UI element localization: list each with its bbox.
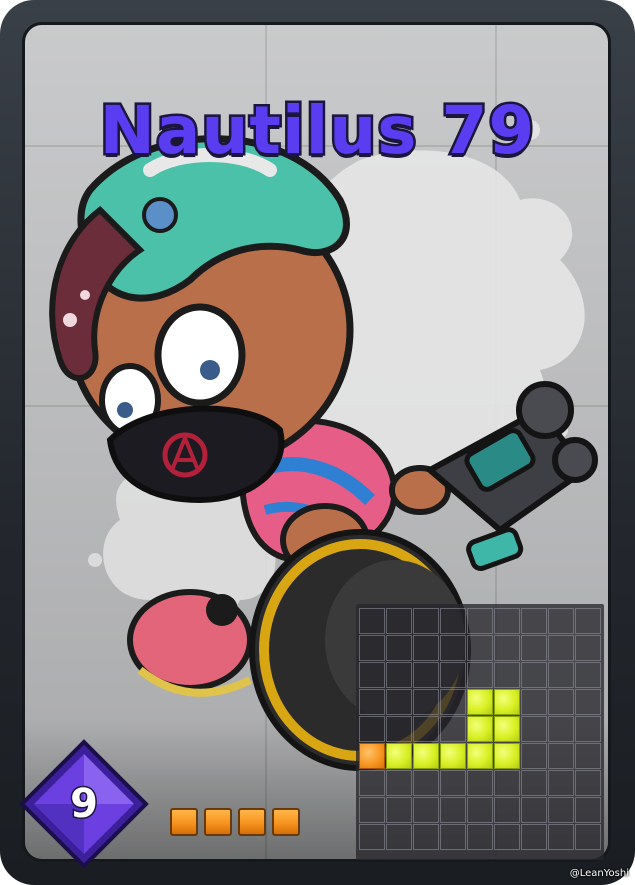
grid-cell (548, 797, 574, 823)
grid-cell (521, 824, 547, 850)
grid-cell (467, 797, 493, 823)
grid-cell (548, 716, 574, 742)
grid-cell (521, 797, 547, 823)
grid-cell (521, 689, 547, 715)
grid-cell (467, 770, 493, 796)
grid-cell (575, 770, 601, 796)
grid-cell (359, 716, 385, 742)
special-point-icon (272, 808, 300, 836)
grid-cell (413, 716, 439, 742)
grid-cell (359, 662, 385, 688)
artist-credit: @LeanYoshi (569, 868, 629, 879)
grid-cell (575, 689, 601, 715)
grid-cell (440, 770, 466, 796)
grid-cell (413, 635, 439, 661)
ink-cell (494, 689, 520, 715)
grid-cell (386, 824, 412, 850)
grid-cell (440, 824, 466, 850)
special-point-icon (170, 808, 198, 836)
grid-cell (386, 770, 412, 796)
grid-cell (386, 689, 412, 715)
grid-cell (440, 716, 466, 742)
card-cost: 9 (69, 780, 100, 829)
grid-cell (413, 824, 439, 850)
grid-cell (413, 689, 439, 715)
grid-cell (548, 608, 574, 634)
grid-cell (413, 770, 439, 796)
grid-cell (359, 608, 385, 634)
grid-cell (548, 743, 574, 769)
grid-cell (359, 824, 385, 850)
ink-cell (467, 689, 493, 715)
grid-cell (386, 635, 412, 661)
grid-cell (548, 824, 574, 850)
ink-cell (386, 743, 412, 769)
grid-cell (521, 635, 547, 661)
grid-cell (494, 770, 520, 796)
grid-cell (494, 824, 520, 850)
grid-cell (575, 743, 601, 769)
grid-cell (521, 770, 547, 796)
grid-cell (548, 662, 574, 688)
grid-cell (575, 797, 601, 823)
ink-pattern-grid (356, 604, 604, 860)
grid-cell (359, 635, 385, 661)
special-point-icon (204, 808, 232, 836)
ink-cell (467, 716, 493, 742)
grid-cell (521, 743, 547, 769)
special-point-icon (238, 808, 266, 836)
ink-cell (413, 743, 439, 769)
grid-cell (575, 716, 601, 742)
grid-cell (494, 635, 520, 661)
grid-cell (575, 608, 601, 634)
grid-cell (386, 662, 412, 688)
grid-cell (413, 608, 439, 634)
grid-cell (548, 635, 574, 661)
ink-cell (494, 716, 520, 742)
grid-cell (521, 716, 547, 742)
grid-cell (440, 689, 466, 715)
grid-cell (521, 662, 547, 688)
grid-cell (359, 689, 385, 715)
grid-cell (548, 770, 574, 796)
grid-cell (494, 608, 520, 634)
grid-cell (575, 635, 601, 661)
ink-cell (467, 743, 493, 769)
grid-cell (386, 608, 412, 634)
grid-cell (521, 608, 547, 634)
grid-cell (575, 662, 601, 688)
grid-cell (413, 797, 439, 823)
ink-cell (494, 743, 520, 769)
ink-cell (440, 743, 466, 769)
grid-cell (440, 608, 466, 634)
card-title: Nautilus 79 (97, 90, 537, 172)
grid-cell (440, 662, 466, 688)
grid-cell (386, 716, 412, 742)
grid-cell (575, 824, 601, 850)
grid-cell (440, 635, 466, 661)
grid-cell (494, 797, 520, 823)
grid-cell (413, 662, 439, 688)
grid-cell (548, 689, 574, 715)
grid-cell (440, 797, 466, 823)
special-ink-cell (359, 743, 385, 769)
grid-cell (467, 824, 493, 850)
grid-cell (467, 635, 493, 661)
grid-cell (359, 770, 385, 796)
grid-cell (494, 662, 520, 688)
grid-cell (386, 797, 412, 823)
grid-cell (467, 608, 493, 634)
grid-cell (467, 662, 493, 688)
grid-cell (359, 797, 385, 823)
